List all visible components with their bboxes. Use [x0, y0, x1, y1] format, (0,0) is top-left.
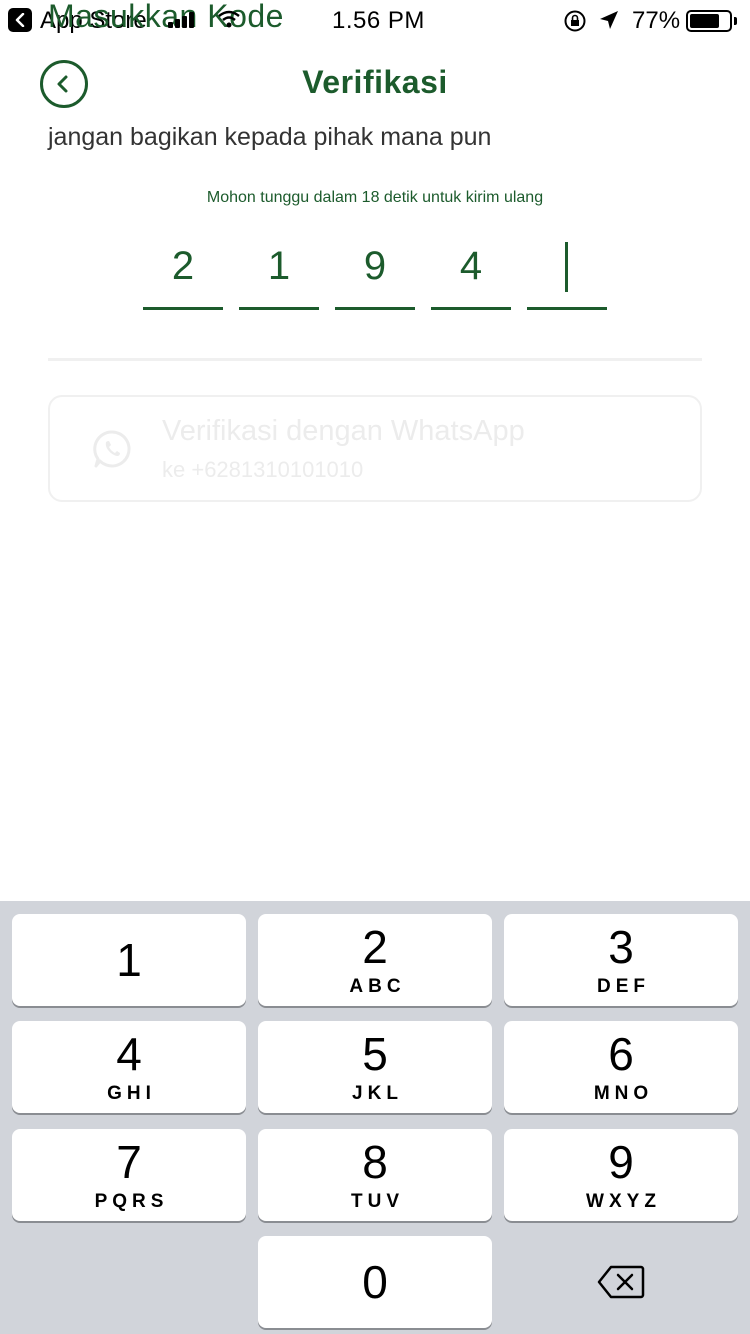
- key-8[interactable]: 8 TUV: [258, 1129, 492, 1221]
- key-6[interactable]: 6 MNO: [504, 1021, 738, 1113]
- otp-digit: 1: [267, 244, 291, 288]
- battery-tip: [734, 17, 737, 25]
- key-letters: DEF: [597, 976, 650, 997]
- location-icon: [598, 9, 620, 36]
- key-0[interactable]: 0: [258, 1236, 492, 1328]
- text-cursor: [565, 242, 568, 292]
- key-letters: MNO: [593, 1083, 654, 1104]
- key-5[interactable]: 5 JKL: [258, 1021, 492, 1113]
- whatsapp-option-title: Verifikasi dengan WhatsApp: [162, 415, 525, 447]
- otp-input-2[interactable]: 1: [239, 236, 319, 310]
- page-title: Verifikasi: [302, 64, 448, 100]
- key-4[interactable]: 4 GHI: [12, 1021, 246, 1113]
- key-number: 5: [362, 1028, 388, 1080]
- delete-key[interactable]: [504, 1236, 738, 1328]
- back-to-app-icon[interactable]: [8, 8, 32, 32]
- key-number: 8: [362, 1136, 388, 1188]
- key-letters: GHI: [107, 1083, 156, 1104]
- key-letters: JKL: [352, 1083, 403, 1104]
- whatsapp-phone-number: ke +6281310101010: [162, 457, 364, 482]
- key-3[interactable]: 3 DEF: [504, 914, 738, 1006]
- key-letters: TUV: [351, 1191, 404, 1212]
- key-2[interactable]: 2 ABC: [258, 914, 492, 1006]
- key-number: 1: [116, 934, 142, 986]
- key-number: 7: [116, 1136, 142, 1188]
- page-subtitle: jangan bagikan kepada pihak mana pun: [48, 123, 492, 151]
- otp-digit: 9: [363, 244, 387, 288]
- key-letters: PQRS: [94, 1191, 169, 1212]
- key-9[interactable]: 9 WXYZ: [504, 1129, 738, 1221]
- otp-input-4[interactable]: 4: [431, 236, 511, 310]
- battery-icon: [686, 10, 732, 32]
- wifi-icon: [218, 10, 240, 33]
- key-7[interactable]: 7 PQRS: [12, 1129, 246, 1221]
- verification-screen: App Store Masukkan Kode 1.56 PM 77% Veri…: [0, 0, 750, 1334]
- key-number: 0: [362, 1256, 388, 1308]
- overlay-page-title: Masukkan Kode: [48, 0, 284, 34]
- key-number: 9: [608, 1136, 634, 1188]
- key-letters: ABC: [349, 976, 406, 997]
- divider: [48, 358, 702, 361]
- status-bar: App Store Masukkan Kode 1.56 PM 77%: [0, 0, 750, 40]
- key-number: 4: [116, 1028, 142, 1080]
- key-letters: WXYZ: [586, 1191, 661, 1212]
- signal-icon: [168, 12, 194, 28]
- key-number: 6: [608, 1028, 634, 1080]
- battery-fill: [690, 14, 719, 28]
- otp-input-3[interactable]: 9: [335, 236, 415, 310]
- otp-digit: 4: [459, 244, 483, 288]
- otp-input-5[interactable]: [527, 236, 607, 310]
- whatsapp-icon: [92, 429, 132, 474]
- otp-input-1[interactable]: 2: [143, 236, 223, 310]
- key-1[interactable]: 1: [12, 914, 246, 1006]
- whatsapp-verify-button[interactable]: Verifikasi dengan WhatsApp ke +628131010…: [48, 395, 702, 502]
- battery-percent: 77%: [632, 7, 681, 34]
- rotation-lock-icon: [563, 9, 587, 38]
- key-number: 3: [608, 921, 634, 973]
- otp-digit: 2: [171, 244, 195, 288]
- resend-countdown-text: Mohon tunggu dalam 18 detik untuk kirim …: [206, 189, 544, 206]
- backspace-icon: [597, 1265, 645, 1299]
- key-number: 2: [362, 921, 388, 973]
- status-time: 1.56 PM: [332, 7, 425, 34]
